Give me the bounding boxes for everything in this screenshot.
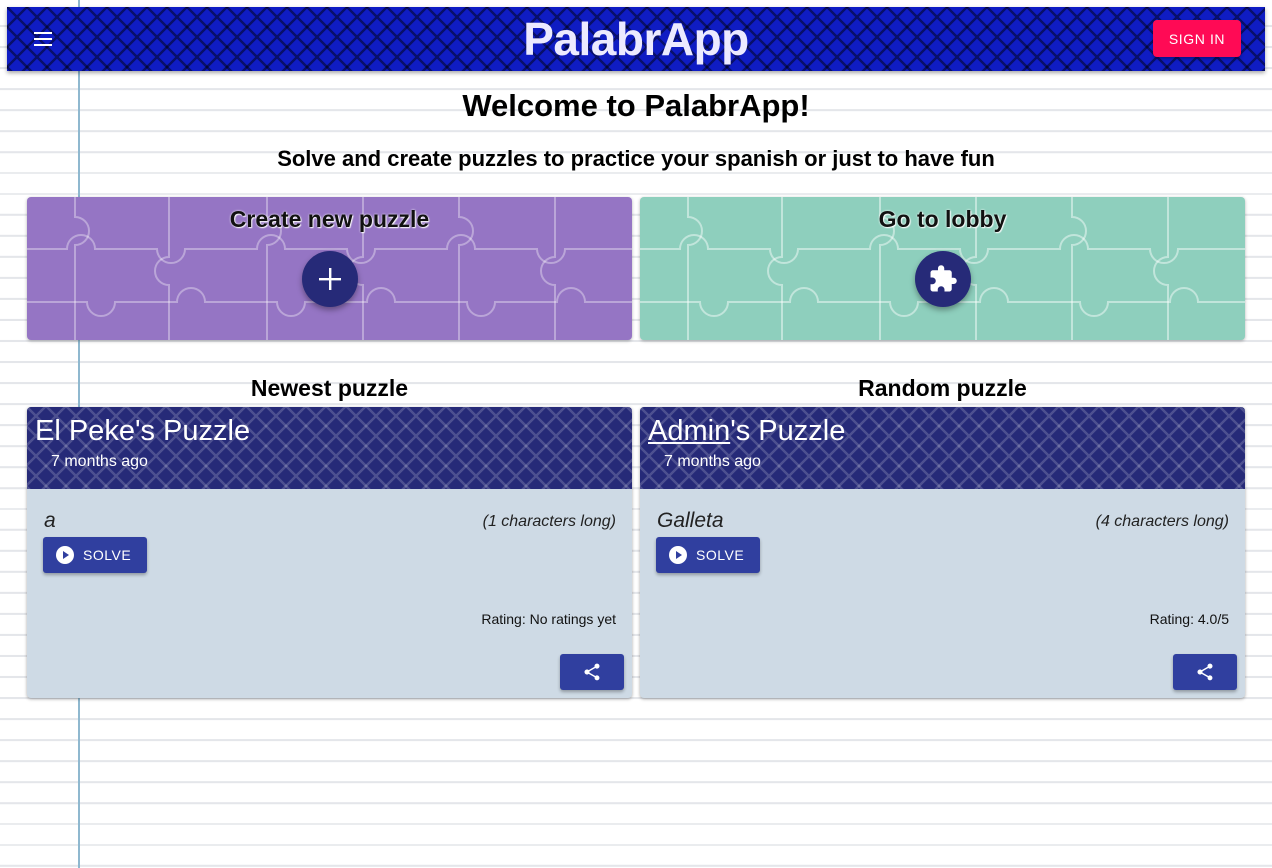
share-icon [584, 663, 600, 681]
random-puzzle-heading: Random puzzle [858, 375, 1027, 401]
puzzle-title-suffix: 's Puzzle [134, 415, 251, 447]
newest-puzzle-heading: Newest puzzle [250, 375, 409, 401]
solve-button-label: SOLVE [696, 547, 745, 563]
puzzle-clue-word: Galleta [657, 509, 724, 532]
puzzle-rating: Rating: No ratings yet [481, 611, 616, 627]
puzzle-title: Admin's Puzzle [648, 415, 845, 448]
tagline: Solve and create puzzles to practice you… [277, 146, 995, 171]
menu-button[interactable] [27, 23, 59, 55]
create-puzzle-card[interactable]: Create new puzzle [27, 197, 632, 340]
puzzle-length: (4 characters long) [1095, 513, 1229, 530]
puzzle-piece-icon [930, 265, 957, 292]
puzzle-timestamp: 7 months ago [51, 453, 148, 470]
solve-button[interactable]: SOLVE [656, 537, 760, 573]
go-to-lobby-label: Go to lobby [878, 206, 1007, 232]
plus-icon [319, 268, 341, 290]
newest-puzzle-card: El Peke's Puzzle 7 months ago a (1 chara… [27, 407, 632, 698]
play-circle-icon [56, 546, 74, 564]
sign-in-button[interactable]: SIGN IN [1153, 20, 1241, 57]
solve-button-label: SOLVE [83, 547, 132, 563]
go-to-lobby-button[interactable] [915, 251, 971, 307]
create-puzzle-button[interactable] [302, 251, 358, 307]
play-circle-icon [669, 546, 687, 564]
puzzle-card-header: El Peke's Puzzle 7 months ago [27, 407, 632, 489]
random-puzzle-card: Admin's Puzzle 7 months ago Galleta (4 c… [640, 407, 1245, 698]
puzzle-timestamp: 7 months ago [664, 453, 761, 470]
puzzle-clue-word: a [44, 509, 56, 532]
puzzle-author-link[interactable]: Admin [648, 415, 730, 447]
puzzle-rating: Rating: 4.0/5 [1149, 611, 1229, 627]
puzzle-author: El Peke [35, 415, 135, 447]
puzzle-title: El Peke's Puzzle [35, 415, 250, 448]
solve-button[interactable]: SOLVE [43, 537, 147, 573]
puzzle-card-header: Admin's Puzzle 7 months ago [640, 407, 1245, 489]
puzzle-title-suffix: 's Puzzle [730, 415, 846, 447]
puzzle-length: (1 characters long) [482, 513, 616, 530]
welcome-heading: Welcome to PalabrApp! [462, 88, 810, 123]
share-button[interactable] [560, 654, 624, 690]
create-puzzle-label: Create new puzzle [229, 206, 430, 232]
share-icon [1197, 663, 1213, 681]
app-title[interactable]: PalabrApp [523, 12, 749, 66]
hamburger-menu-icon [34, 32, 52, 46]
app-bar: PalabrApp SIGN IN [7, 7, 1265, 71]
go-to-lobby-card[interactable]: Go to lobby [640, 197, 1245, 340]
share-button[interactable] [1173, 654, 1237, 690]
